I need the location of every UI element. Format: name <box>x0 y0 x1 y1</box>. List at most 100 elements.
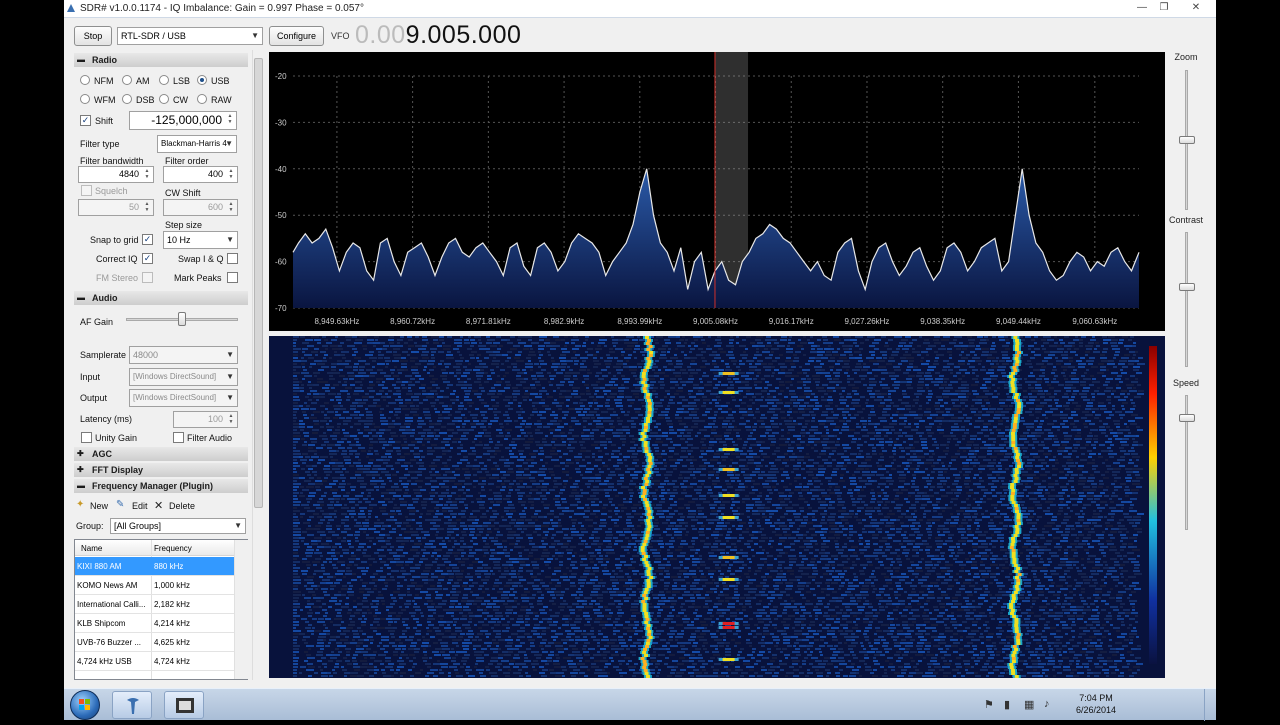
zoom-label: Zoom <box>1162 52 1210 62</box>
column-header-frequency[interactable]: Frequency <box>154 544 192 553</box>
swap-iq-checkbox[interactable] <box>227 253 238 264</box>
squelch-input[interactable]: 50▲▼ <box>78 199 154 216</box>
y-tick-label: -50 <box>275 211 287 220</box>
contrast-slider[interactable] <box>1179 283 1195 291</box>
spin-arrows-icon: ▲▼ <box>226 168 236 181</box>
title-bar: SDR# v1.0.0.1174 - IQ Imbalance: Gain = … <box>64 0 1216 18</box>
taskbar-video-app[interactable] <box>164 691 204 719</box>
spin-arrows-icon: ▲▼ <box>225 113 235 126</box>
y-tick-label: -40 <box>275 165 287 174</box>
filter-order-input[interactable]: 400▲▼ <box>163 166 238 183</box>
flag-icon[interactable]: ⚑ <box>984 698 994 711</box>
freq-manager-section-header[interactable]: ▬Frequency Manager (Plugin) <box>74 479 248 493</box>
minimize-button[interactable]: — <box>1132 1 1152 15</box>
radio-section-header[interactable]: ▬Radio <box>74 53 248 67</box>
shift-input[interactable]: -125,000,000▲▼ <box>129 111 237 130</box>
fm-stereo-label: FM Stereo <box>96 273 138 283</box>
group-select[interactable]: [All Groups]▼ <box>110 518 246 534</box>
filter-audio-checkbox[interactable] <box>173 432 184 443</box>
filter-audio-label: Filter Audio <box>187 433 232 443</box>
filter-bandwidth-input[interactable]: 4840▲▼ <box>78 166 154 183</box>
snap-to-grid-label: Snap to grid <box>90 235 139 245</box>
taskbar: ⚑ ▮ ▦ ♪ 7:04 PM 6/26/2014 <box>64 688 1216 720</box>
output-device-select[interactable]: [Windows DirectSound]▼ <box>129 389 238 407</box>
maximize-button[interactable]: ❐ <box>1154 1 1174 15</box>
shift-checkbox[interactable]: ✓ <box>80 115 91 126</box>
correct-iq-checkbox[interactable]: ✓ <box>142 253 153 264</box>
vfo-frequency[interactable]: 0.009.005.000 <box>355 21 521 50</box>
left-panel-scrollbar[interactable] <box>252 50 264 680</box>
cw-shift-label: CW Shift <box>165 188 201 198</box>
squelch-label: Squelch <box>95 186 128 196</box>
x-tick-label: 9,038.35kHz <box>920 317 965 326</box>
mark-peaks-checkbox[interactable] <box>227 272 238 283</box>
spectrum-display[interactable]: -20-30-40-50-60-708,949.63kHz8,960.72kHz… <box>269 52 1165 331</box>
squelch-value: 50 <box>129 202 139 212</box>
filter-type-value: Blackman-Harris 4 <box>161 139 227 148</box>
edit-label: Edit <box>132 501 148 511</box>
table-row[interactable]: 4,724 kHz USB4,724 kHz <box>75 652 234 671</box>
input-device-select[interactable]: [Windows DirectSound]▼ <box>129 368 238 386</box>
filter-order-value: 400 <box>208 169 223 179</box>
step-size-select[interactable]: 10 Hz▼ <box>163 231 238 249</box>
close-button[interactable]: ✕ <box>1184 1 1208 15</box>
y-tick-label: -30 <box>275 118 287 127</box>
cell-name: KLB Shipcom <box>77 619 151 628</box>
mode-radio-cw[interactable] <box>159 94 169 104</box>
table-scrollbar[interactable] <box>234 540 248 679</box>
af-gain-slider[interactable] <box>178 312 186 326</box>
snap-to-grid-checkbox[interactable]: ✓ <box>142 234 153 245</box>
show-desktop-button[interactable] <box>1204 689 1216 721</box>
table-row[interactable]: KOMO News AM1,000 kHz <box>75 576 234 595</box>
source-select[interactable]: RTL-SDR / USB▼ <box>117 27 263 45</box>
contrast-track[interactable] <box>1185 232 1188 367</box>
zoom-slider[interactable] <box>1179 136 1195 144</box>
table-row[interactable]: UVB-76 Buzzer ...4,625 kHz <box>75 633 234 652</box>
filter-bandwidth-label: Filter bandwidth <box>80 156 144 166</box>
cw-shift-input[interactable]: 600▲▼ <box>163 199 238 216</box>
network-icon[interactable]: ▦ <box>1024 698 1034 711</box>
battery-icon[interactable]: ▮ <box>1004 698 1010 711</box>
x-tick-label: 8,971.81kHz <box>466 317 511 326</box>
taskbar-sdr-app[interactable] <box>112 691 152 719</box>
fm-stereo-checkbox[interactable] <box>142 272 153 283</box>
latency-value: 100 <box>208 414 223 424</box>
latency-input[interactable]: 100▲▼ <box>173 411 238 428</box>
table-row[interactable]: KIXI 880 AM880 kHz <box>75 557 234 576</box>
clock[interactable]: 7:04 PM 6/26/2014 <box>1072 692 1120 716</box>
unity-gain-checkbox[interactable] <box>81 432 92 443</box>
mode-radio-dsb[interactable] <box>122 94 132 104</box>
mode-radio-lsb[interactable] <box>159 75 169 85</box>
squelch-checkbox[interactable] <box>81 185 92 196</box>
mode-radio-nfm[interactable] <box>80 75 90 85</box>
mode-label-usb: USB <box>211 76 230 86</box>
contrast-label: Contrast <box>1162 215 1210 225</box>
speaker-icon[interactable]: ♪ <box>1044 698 1050 710</box>
spectrum-chart[interactable]: -20-30-40-50-60-708,949.63kHz8,960.72kHz… <box>269 52 1165 331</box>
filter-order-label: Filter order <box>165 156 209 166</box>
agc-section-header[interactable]: ✚AGC <box>74 447 248 461</box>
table-row[interactable]: KLB Shipcom4,214 kHz <box>75 614 234 633</box>
mode-radio-usb[interactable] <box>197 75 207 85</box>
fft-display-section-header[interactable]: ✚FFT Display <box>74 463 248 477</box>
filter-type-select[interactable]: Blackman-Harris 4▼ <box>157 135 237 153</box>
samplerate-select[interactable]: 48000▼ <box>129 346 238 364</box>
edit-icon: ✎ <box>116 499 124 510</box>
configure-button[interactable]: Configure <box>269 26 324 46</box>
speed-slider[interactable] <box>1179 414 1195 422</box>
waterfall-chart[interactable] <box>269 336 1165 678</box>
waterfall-display[interactable] <box>269 336 1165 678</box>
start-button[interactable] <box>70 690 100 720</box>
freq-manager-header-label: Frequency Manager (Plugin) <box>92 481 213 491</box>
mode-radio-raw[interactable] <box>197 94 207 104</box>
chevron-down-icon: ▼ <box>234 519 242 533</box>
collapse-icon: ▬ <box>77 53 85 67</box>
stop-button[interactable]: Stop <box>74 26 112 46</box>
table-row[interactable]: International Calli...2,182 kHz <box>75 595 234 614</box>
mode-radio-wfm[interactable] <box>80 94 90 104</box>
column-header-name[interactable]: Name <box>81 544 155 553</box>
audio-section-header[interactable]: ▬Audio <box>74 291 248 305</box>
system-tray: ⚑ ▮ ▦ ♪ <box>984 697 1070 713</box>
left-panel-scroll-thumb[interactable] <box>254 58 263 508</box>
mode-radio-am[interactable] <box>122 75 132 85</box>
